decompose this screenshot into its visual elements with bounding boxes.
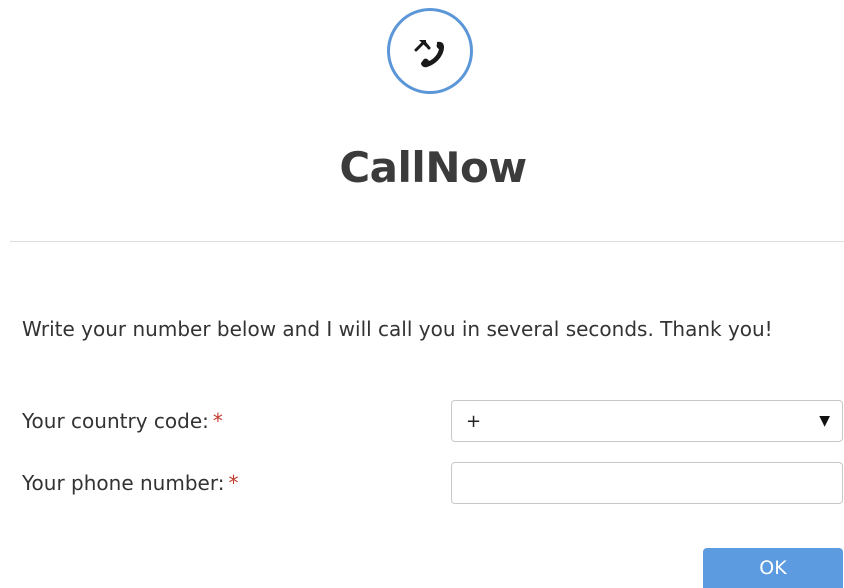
country-code-label: Your country code: *	[22, 406, 223, 436]
required-mark: *	[212, 409, 223, 433]
country-code-select[interactable]: + ▼	[451, 400, 843, 442]
callnow-widget: CallNow Write your number below and I wi…	[0, 0, 844, 588]
app-title: CallNow	[339, 143, 527, 192]
country-code-value: +	[466, 410, 482, 432]
divider	[10, 241, 844, 242]
chevron-down-icon: ▼	[819, 413, 830, 429]
ok-button[interactable]: OK	[703, 548, 843, 588]
phone-callback-icon	[414, 40, 444, 68]
phone-number-label: Your phone number: *	[22, 468, 238, 498]
country-code-label-text: Your country code:	[22, 409, 209, 433]
phone-number-label-text: Your phone number:	[22, 471, 225, 495]
phone-number-input[interactable]	[451, 462, 843, 504]
intro-text: Write your number below and I will call …	[22, 317, 773, 341]
logo	[387, 8, 473, 94]
required-mark: *	[228, 471, 239, 495]
